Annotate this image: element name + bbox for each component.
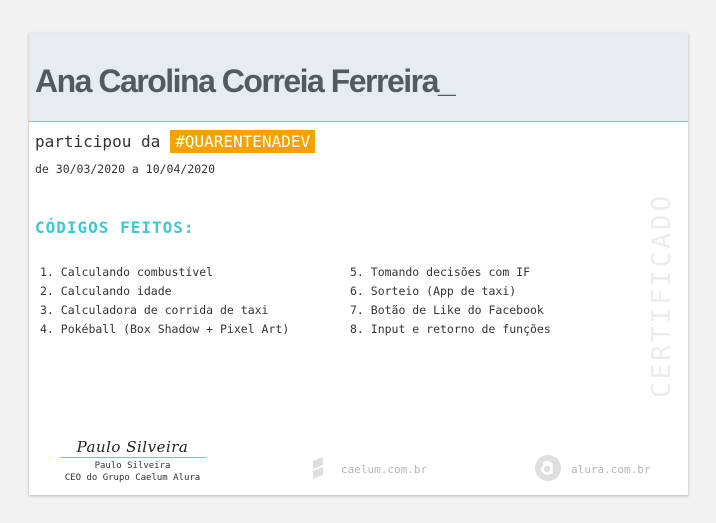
list-item: 1. Calculando combustível — [40, 265, 214, 279]
codes-list-left: 1. Calculando combustível 2. Calculando … — [40, 264, 289, 340]
codes-section-title: CÓDIGOS FEITOS: — [35, 218, 195, 237]
participation-line: participou da #QUARENTENADEV — [35, 130, 316, 153]
recipient-name: Ana Carolina Correia Ferreira_ — [35, 63, 456, 99]
caelum-logo-icon — [313, 457, 325, 487]
certificate-card: Ana Carolina Correia Ferreira_ participo… — [29, 33, 688, 495]
certificate-watermark: CERTIFICADO — [647, 192, 677, 398]
alura-logo-icon — [535, 455, 561, 485]
signer-name: Paulo Silveira — [94, 461, 171, 471]
participated-text: participou da — [35, 132, 161, 151]
codes-list-right: 5. Tomando decisões com IF 6. Sorteio (A… — [350, 264, 551, 340]
date-range: de 30/03/2020 a 10/04/2020 — [35, 162, 216, 176]
list-item: 7. Botão de Like do Facebook — [350, 303, 544, 317]
list-item: 5. Tomando decisões com IF — [350, 265, 531, 279]
list-item: 6. Sorteio (App de taxi) — [350, 284, 517, 298]
caelum-link[interactable]: caelum.com.br — [341, 463, 427, 476]
list-item: 4. Pokéball (Box Shadow + Pixel Art) — [40, 322, 290, 336]
list-item: 3. Calculadora de corrida de taxi — [40, 303, 269, 317]
signature: Paulo Silveira — [60, 438, 205, 458]
signature-block: Paulo Silveira Paulo Silveira CEO do Gru… — [60, 438, 205, 483]
list-item: 2. Calculando idade — [40, 284, 172, 298]
certificate-header: Ana Carolina Correia Ferreira_ — [29, 33, 688, 122]
event-tag: #QUARENTENADEV — [170, 130, 316, 153]
list-item: 8. Input e retorno de funções — [350, 322, 551, 336]
signer-role: CEO do Grupo Caelum Alura — [64, 473, 201, 483]
alura-link[interactable]: alura.com.br — [571, 463, 650, 476]
